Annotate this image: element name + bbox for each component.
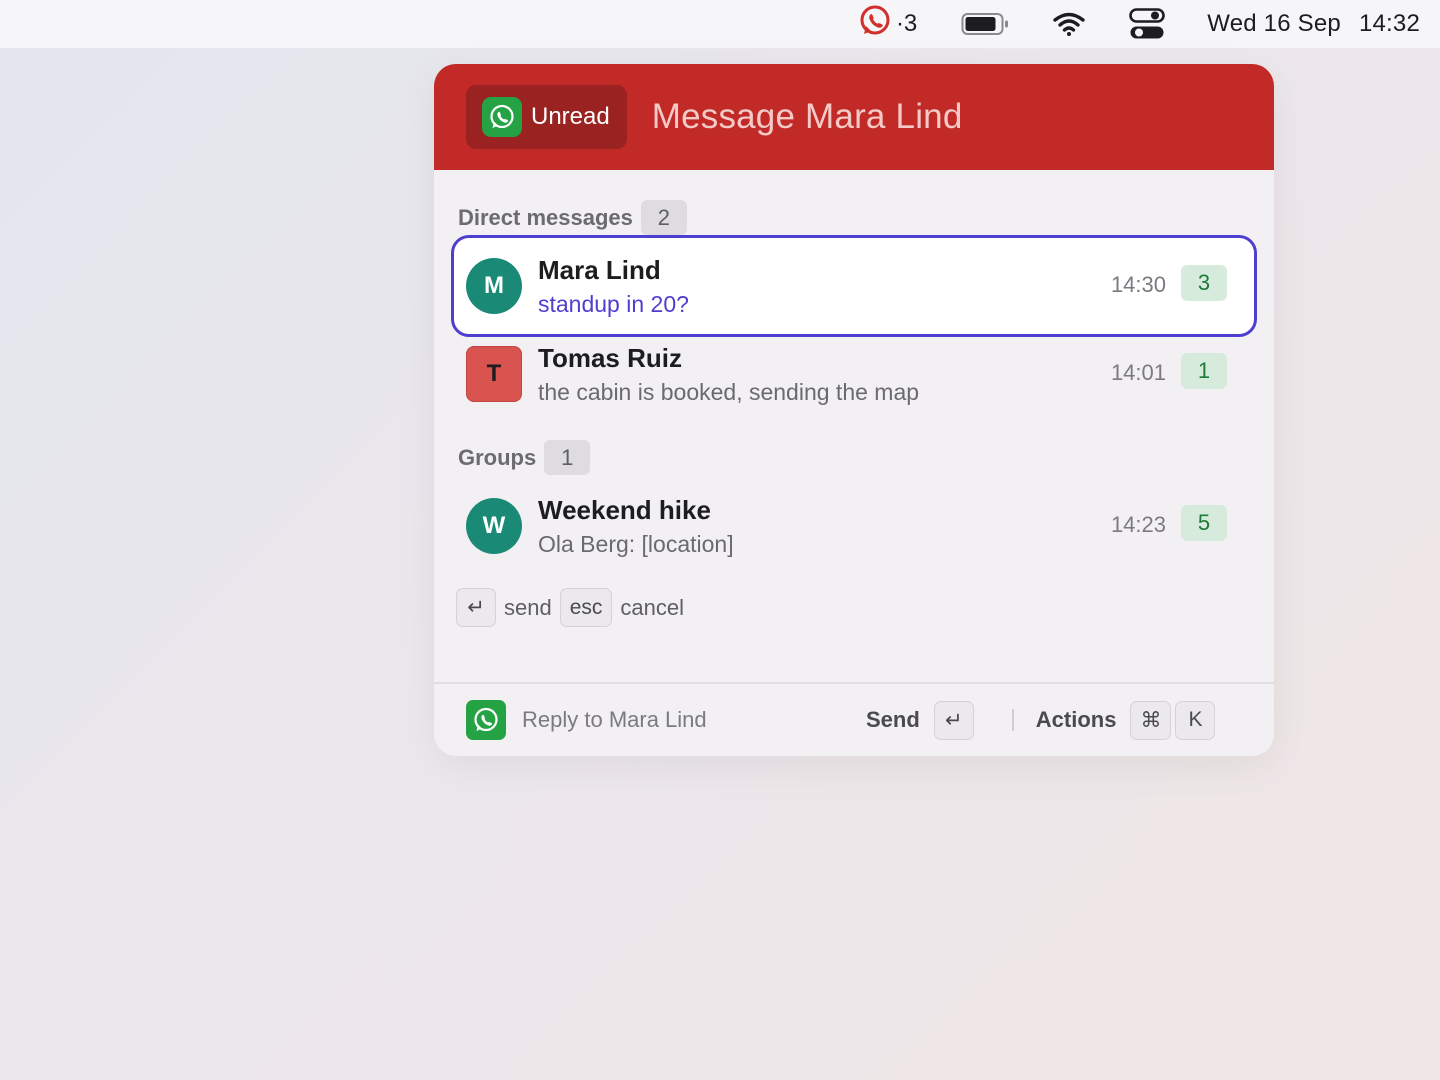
chat-time: 14:23 (1110, 512, 1166, 537)
message-panel: Unread Message Mara Lind Direct messages… (434, 64, 1274, 756)
chat-row-weekend-hike[interactable]: W Weekend hike Ola Berg: [location] 14:2… (451, 475, 1257, 577)
send-hint-label: send (504, 594, 552, 620)
section-direct-messages: Direct messages 2 (458, 200, 687, 235)
chat-name: Tomas Ruiz (538, 343, 682, 373)
whatsapp-icon (466, 700, 506, 740)
chat-preview: the cabin is booked, sending the map (538, 379, 920, 405)
section-count-badge: 1 (544, 440, 591, 475)
wifi-icon[interactable] (1053, 0, 1085, 48)
avatar: W (466, 498, 522, 554)
control-center-icon[interactable] (1129, 0, 1166, 48)
section-count-badge: 2 (640, 200, 687, 235)
chat-name: Mara Lind (538, 255, 661, 285)
esc-key-hint: esc (559, 588, 613, 627)
avatar: T (466, 346, 522, 402)
menubar-date[interactable]: Wed 16 Sep (1207, 10, 1341, 38)
whatsapp-icon (482, 97, 522, 137)
actions-button[interactable]: Actions (1036, 707, 1117, 733)
cmd-key: ⌘ (1130, 700, 1172, 740)
menubar-unread-count: ·3 (895, 10, 918, 37)
avatar: M (466, 258, 522, 314)
unread-badge: 1 (1181, 353, 1227, 389)
menubar-time[interactable]: 14:32 (1359, 10, 1420, 38)
panel-title: Message Mara Lind (651, 97, 963, 136)
send-button[interactable]: Send (866, 707, 920, 733)
unread-badge: 5 (1181, 505, 1227, 541)
reply-footer: Send ↵ Actions ⌘ K (434, 682, 1274, 756)
chat-row-mara-lind[interactable]: M Mara Lind standup in 20? 14:30 3 (451, 235, 1257, 337)
whatsapp-icon (858, 4, 892, 45)
chat-time: 14:30 (1110, 272, 1166, 297)
section-groups: Groups 1 (458, 440, 591, 475)
enter-key-hint: ↵ (456, 588, 496, 627)
battery-icon[interactable] (961, 0, 1009, 48)
unread-filter-button[interactable]: Unread (466, 85, 627, 149)
footer-divider (1011, 709, 1014, 731)
unread-badge: 3 (1181, 265, 1227, 301)
unread-filter-label: Unread (531, 103, 610, 130)
chat-preview: Ola Berg: [location] (538, 531, 734, 557)
section-label: Groups (458, 444, 537, 470)
k-key: K (1175, 700, 1216, 740)
panel-header: Unread Message Mara Lind (434, 64, 1274, 170)
menubar-whatsapp-item[interactable]: ·3 (858, 0, 917, 48)
cancel-hint-label: cancel (620, 594, 684, 620)
send-shortcut-key: ↵ (933, 700, 974, 740)
chat-preview: standup in 20? (538, 291, 689, 317)
chat-time: 14:01 (1110, 360, 1166, 385)
chat-row-tomas-ruiz[interactable]: T Tomas Ruiz the cabin is booked, sendin… (451, 323, 1257, 425)
menu-bar: ·3 Wed 16 Sep 14:32 (0, 0, 1440, 48)
section-label: Direct messages (458, 204, 633, 230)
chat-name: Weekend hike (538, 495, 711, 525)
reply-input[interactable] (522, 707, 862, 733)
keyboard-hints: ↵ send esc cancel (456, 588, 692, 627)
